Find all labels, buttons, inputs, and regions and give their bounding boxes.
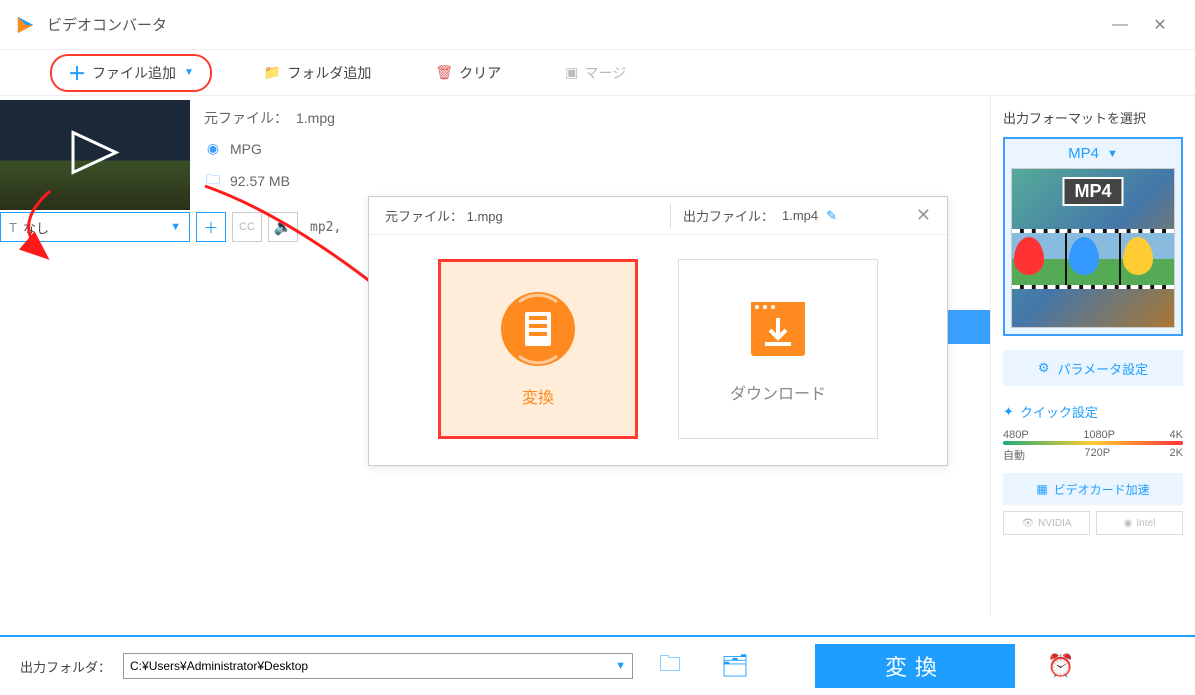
intel-icon: ◉: [1124, 518, 1133, 529]
intel-chip: ◉Intel: [1096, 511, 1183, 535]
file-format: MPG: [230, 141, 262, 157]
resolution-slider[interactable]: 480P 1080P 4K 自動 720P 2K: [1003, 429, 1183, 463]
output-folder-label: 出力フォルダ：: [20, 657, 111, 676]
right-panel: 出力フォーマットを選択 MP4 ▼ MP4 ⚙ パラメータ設定 ✦ クイック設定: [990, 96, 1195, 616]
title-bar: ビデオコンバータ — ✕: [0, 0, 1195, 50]
merge-button[interactable]: ▣ マージ: [553, 59, 638, 87]
output-path-select[interactable]: C:¥Users¥Administrator¥Desktop ▼: [123, 653, 633, 679]
popup-output-label: 出力ファイル：: [683, 206, 774, 225]
window-title: ビデオコンバータ: [47, 14, 1100, 35]
app-logo-icon: [15, 14, 37, 36]
format-preview: MP4: [1011, 168, 1175, 328]
subtitle-select[interactable]: T なし ▼: [0, 212, 190, 242]
chevron-down-icon: ▼: [170, 221, 181, 233]
source-file-label: 元ファイル：: [204, 108, 288, 128]
play-icon: [68, 131, 122, 180]
res-4k: 4K: [1170, 429, 1183, 441]
output-path-value: C:¥Users¥Administrator¥Desktop: [130, 659, 308, 673]
parameter-settings-button[interactable]: ⚙ パラメータ設定: [1003, 350, 1183, 386]
res-auto: 自動: [1003, 447, 1025, 463]
clear-button[interactable]: 🗑 クリア: [423, 59, 513, 87]
nvidia-label: NVIDIA: [1038, 518, 1071, 529]
file-list-area: 元ファイル： 1.mpg ◉ MPG 🗀 92.57 MB T なし ▼ ＋: [0, 96, 990, 616]
close-popup-button[interactable]: ✕: [916, 205, 931, 226]
action-popup: 元ファイル： 1.mpg 出力ファイル： 1.mp4 ✎ ✕ 変換: [368, 196, 948, 466]
res-720p: 720P: [1084, 447, 1110, 463]
quick-icon: ✦: [1003, 404, 1014, 420]
audio-info: mp2,: [310, 220, 341, 235]
footer: 出力フォルダ： C:¥Users¥Administrator¥Desktop ▼…: [0, 635, 1195, 695]
add-folder-label: フォルダ追加: [287, 63, 371, 83]
nvidia-chip: 👁 NVIDIA: [1003, 511, 1090, 535]
add-file-button[interactable]: ＋ ファイル追加 ▼: [50, 54, 212, 92]
res-1080p: 1080P: [1083, 429, 1115, 441]
chevron-down-icon: ▼: [1107, 148, 1118, 160]
trash-icon: 🗑: [435, 64, 453, 81]
open-folder-button[interactable]: 🗀: [645, 647, 695, 685]
toolbar: ＋ ファイル追加 ▼ 📁 フォルダ追加 🗑 クリア ▣ マージ: [0, 50, 1195, 96]
res-480p: 480P: [1003, 429, 1029, 441]
param-label: パラメータ設定: [1058, 359, 1149, 378]
download-card-label: ダウンロード: [730, 380, 826, 404]
chevron-down-icon: ▼: [615, 660, 626, 672]
subtitle-value: なし: [23, 218, 49, 237]
gpu-label: ビデオカード加速: [1054, 481, 1150, 498]
convert-card[interactable]: 変換: [438, 259, 638, 439]
chip-icon: ▦: [1036, 482, 1047, 496]
convert-button-label: 変換: [885, 650, 945, 682]
plus-icon: ＋: [203, 217, 218, 238]
plus-icon: ＋: [68, 60, 86, 86]
file-size: 92.57 MB: [230, 173, 290, 189]
intel-label: Intel: [1136, 518, 1155, 529]
popup-source-name: 1.mpg: [467, 209, 503, 224]
add-file-label: ファイル追加: [92, 63, 176, 83]
merge-icon: ▣: [565, 64, 578, 81]
text-icon: T: [9, 220, 17, 235]
gpu-accel-button[interactable]: ▦ ビデオカード加速: [1003, 473, 1183, 505]
format-name: MP4: [1068, 145, 1099, 162]
settings-icon: ⚙: [1038, 360, 1050, 376]
convert-button[interactable]: 変換: [815, 644, 1015, 688]
convert-card-label: 変換: [522, 384, 554, 408]
chevron-down-icon: ▼: [184, 67, 194, 78]
mp4-badge: MP4: [1062, 177, 1123, 206]
popup-source-label: 元ファイル：: [385, 209, 463, 224]
download-icon: [743, 294, 813, 364]
cc-icon: CC: [239, 221, 255, 233]
convert-icon: [499, 290, 577, 368]
download-card[interactable]: ダウンロード: [678, 259, 878, 439]
format-selector[interactable]: MP4 ▼ MP4: [1003, 137, 1183, 336]
folder-icon: 📁: [264, 64, 281, 81]
clear-label: クリア: [459, 63, 501, 83]
output-format-title: 出力フォーマットを選択: [1003, 108, 1183, 127]
popup-output-name: 1.mp4: [782, 208, 818, 223]
nvidia-icon: 👁: [1021, 518, 1034, 529]
speaker-icon: 🔉: [274, 218, 293, 236]
quick-text: クイック設定: [1020, 402, 1098, 421]
quick-settings-label: ✦ クイック設定: [1003, 402, 1183, 421]
merge-label: マージ: [584, 63, 626, 83]
add-folder-button[interactable]: 📁 フォルダ追加: [252, 59, 383, 87]
source-file-name: 1.mpg: [296, 110, 335, 126]
folder-icon: 🗀: [204, 169, 222, 193]
minimize-button[interactable]: —: [1100, 16, 1140, 34]
subtitle-audio-controls: T なし ▼ ＋ CC 🔉 mp2,: [0, 210, 341, 244]
schedule-button[interactable]: ⏰: [1047, 653, 1074, 679]
edit-output-button[interactable]: ✎: [826, 208, 837, 224]
video-thumbnail[interactable]: [0, 100, 190, 210]
audio-button[interactable]: 🔉: [268, 212, 298, 242]
res-2k: 2K: [1170, 447, 1183, 463]
browse-folder-button[interactable]: 🗂: [707, 653, 763, 679]
format-icon: ◉: [204, 140, 222, 157]
close-window-button[interactable]: ✕: [1140, 15, 1180, 35]
cc-button[interactable]: CC: [232, 212, 262, 242]
add-subtitle-button[interactable]: ＋: [196, 212, 226, 242]
